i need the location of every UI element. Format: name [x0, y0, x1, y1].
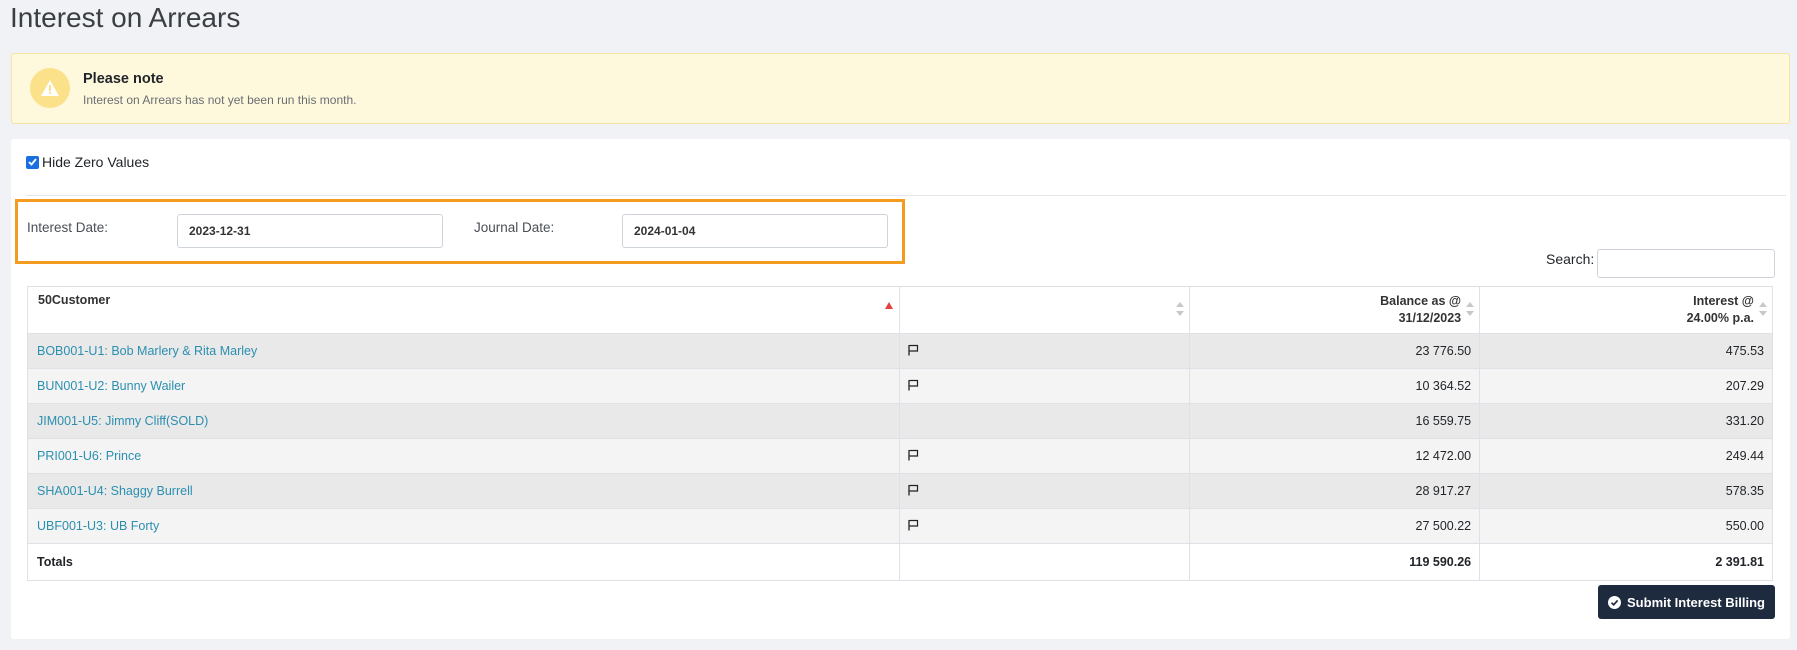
flag-cell	[899, 368, 1191, 404]
submit-button-label: Submit Interest Billing	[1627, 594, 1765, 610]
warning-triangle-icon	[30, 68, 70, 108]
flag-icon[interactable]	[907, 344, 919, 359]
interest-date-input[interactable]: 2023-12-31	[177, 214, 443, 248]
column-header-customer-label: 50Customer	[38, 293, 111, 307]
balance-cell: 12 472.00	[1189, 438, 1481, 474]
customer-link[interactable]: BOB001-U1: Bob Marlery & Rita Marley	[37, 344, 257, 358]
customer-cell: UBF001-U3: UB Forty	[26, 508, 901, 544]
flag-cell	[899, 508, 1191, 544]
customer-link[interactable]: SHA001-U4: Shaggy Burrell	[37, 484, 193, 498]
column-header-balance[interactable]: Balance as @ 31/12/2023	[1189, 286, 1481, 334]
flag-cell	[899, 473, 1191, 509]
interest-date-label: Interest Date:	[27, 220, 109, 235]
balance-cell: 16 559.75	[1189, 403, 1481, 439]
table-row: UBF001-U3: UB Forty 27 500.22 550.00	[26, 508, 1773, 544]
alert-text: Interest on Arrears has not yet been run…	[83, 93, 357, 107]
totals-flag-cell	[899, 543, 1191, 581]
divider	[26, 195, 1786, 196]
column-header-flag[interactable]	[899, 286, 1191, 334]
sort-both-icon	[1176, 302, 1185, 316]
customer-link[interactable]: PRI001-U6: Prince	[37, 449, 141, 463]
flag-icon[interactable]	[907, 484, 919, 499]
interest-cell: 475.53	[1479, 333, 1773, 369]
journal-date-label: Journal Date:	[474, 220, 555, 235]
interest-cell: 207.29	[1479, 368, 1773, 404]
sort-ascending-icon	[885, 302, 894, 309]
flag-cell	[899, 438, 1191, 474]
sort-both-icon	[1466, 302, 1475, 316]
sort-both-icon	[1759, 302, 1767, 316]
column-header-balance-line2: 31/12/2023	[1398, 311, 1462, 325]
customer-link[interactable]: JIM001-U5: Jimmy Cliff(SOLD)	[37, 414, 208, 428]
customer-cell: BUN001-U2: Bunny Wailer	[26, 368, 901, 404]
submit-interest-billing-button[interactable]: Submit Interest Billing	[1598, 585, 1775, 619]
arrears-card: Hide Zero Values Interest Date: 2023-12-…	[11, 139, 1790, 639]
search-input[interactable]	[1597, 249, 1775, 278]
column-header-balance-line1: Balance as @	[1380, 294, 1462, 308]
table-row: BOB001-U1: Bob Marlery & Rita Marley 23 7…	[26, 333, 1773, 369]
check-icon	[28, 158, 37, 166]
hide-zero-label[interactable]: Hide Zero Values	[42, 154, 149, 170]
page-title: Interest on Arrears	[10, 2, 241, 33]
customer-link[interactable]: BUN001-U2: Bunny Wailer	[37, 379, 185, 393]
customer-cell: PRI001-U6: Prince	[26, 438, 901, 474]
flag-icon[interactable]	[907, 379, 919, 394]
column-header-interest[interactable]: Interest @ 24.00% p.a.	[1479, 286, 1773, 334]
customer-link[interactable]: UBF001-U3: UB Forty	[37, 519, 159, 533]
table-row: BUN001-U2: Bunny Wailer 10 364.52 207.29	[26, 368, 1773, 404]
search-label: Search:	[1546, 251, 1595, 267]
flag-icon[interactable]	[907, 449, 919, 464]
column-header-interest-line2: 24.00% p.a.	[1686, 311, 1754, 325]
customer-cell: JIM001-U5: Jimmy Cliff(SOLD)	[26, 403, 901, 439]
table-row: PRI001-U6: Prince 12 472.00 249.44	[26, 438, 1773, 474]
arrears-table: 50Customer Balance as @ 31/12/2023 Inter…	[26, 286, 1773, 581]
balance-cell: 23 776.50	[1189, 333, 1481, 369]
hide-zero-row: Hide Zero Values	[26, 154, 149, 170]
flag-cell	[899, 403, 1191, 439]
customer-cell: BOB001-U1: Bob Marlery & Rita Marley	[26, 333, 901, 369]
column-header-customer[interactable]: 50Customer	[26, 286, 901, 334]
balance-cell: 28 917.27	[1189, 473, 1481, 509]
balance-cell: 27 500.22	[1189, 508, 1481, 544]
column-header-interest-line1: Interest @	[1693, 294, 1754, 308]
interest-cell: 249.44	[1479, 438, 1773, 474]
table-row: SHA001-U4: Shaggy Burrell 28 917.27 578.35	[26, 473, 1773, 509]
table-row: JIM001-U5: Jimmy Cliff(SOLD) 16 559.75 331…	[26, 403, 1773, 439]
totals-balance: 119 590.26	[1189, 543, 1481, 581]
interest-cell: 550.00	[1479, 508, 1773, 544]
flag-icon[interactable]	[907, 519, 919, 534]
interest-cell: 331.20	[1479, 403, 1773, 439]
interest-cell: 578.35	[1479, 473, 1773, 509]
totals-row: Totals 119 590.26 2 391.81	[26, 543, 1773, 581]
check-circle-icon	[1608, 595, 1622, 609]
hide-zero-checkbox[interactable]	[26, 155, 39, 169]
date-filter-box: Interest Date: 2023-12-31 Journal Date: …	[15, 199, 905, 264]
totals-interest: 2 391.81	[1479, 543, 1773, 581]
journal-date-input[interactable]: 2024-01-04	[622, 214, 888, 248]
balance-cell: 10 364.52	[1189, 368, 1481, 404]
customer-cell: SHA001-U4: Shaggy Burrell	[26, 473, 901, 509]
alert-title: Please note	[83, 71, 164, 87]
flag-cell	[899, 333, 1191, 369]
notice-alert: Please note Interest on Arrears has not …	[11, 53, 1790, 124]
table-header-row: 50Customer Balance as @ 31/12/2023 Inter…	[26, 286, 1773, 334]
totals-label: Totals	[26, 543, 901, 581]
